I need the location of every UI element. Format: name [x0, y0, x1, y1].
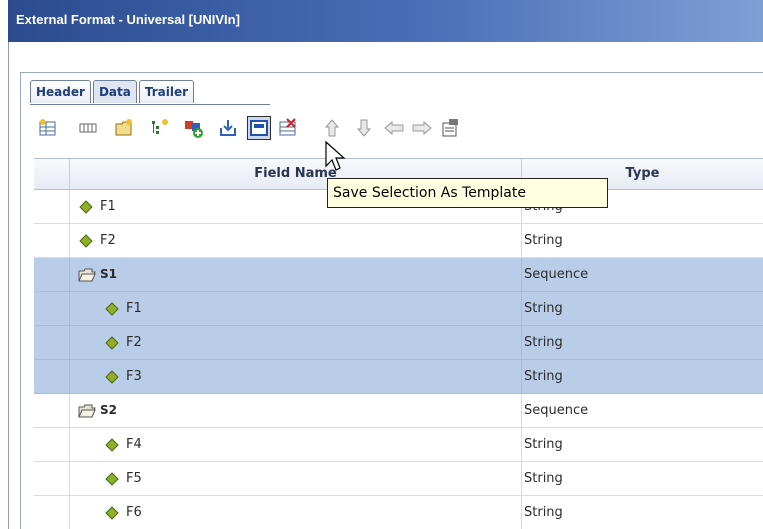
- import-button[interactable]: [216, 116, 240, 140]
- field-row[interactable]: F1 String: [34, 292, 763, 326]
- field-diamond-icon: [104, 437, 120, 453]
- field-type-cell[interactable]: String: [524, 428, 563, 461]
- field-type-cell[interactable]: Sequence: [524, 258, 588, 291]
- field-name-cell[interactable]: S2: [70, 394, 522, 427]
- move-right-icon: [412, 120, 432, 136]
- field-diamond-icon: [104, 471, 120, 487]
- field-name-label: S2: [100, 403, 117, 417]
- delete-button[interactable]: [276, 116, 300, 140]
- tab-trailer[interactable]: Trailer: [138, 80, 195, 103]
- field-name-cell[interactable]: F2: [70, 224, 522, 257]
- sequence-row[interactable]: S2 Sequence: [34, 394, 763, 428]
- row-selector[interactable]: [34, 394, 70, 427]
- move-down-icon: [356, 119, 372, 137]
- new-child-icon: [152, 119, 168, 134]
- save-template-button[interactable]: [247, 116, 271, 140]
- field-diamond-icon: [104, 301, 120, 317]
- field-name-cell[interactable]: F6: [70, 496, 522, 529]
- field-row[interactable]: F6 String: [34, 496, 763, 529]
- move-up-icon: [324, 119, 340, 137]
- move-left-icon: [384, 120, 404, 136]
- field-name-label: S1: [100, 267, 117, 281]
- field-name-cell[interactable]: S1: [70, 258, 522, 291]
- field-diamond-icon: [78, 199, 94, 215]
- new-child-button[interactable]: [148, 116, 172, 140]
- add-folder-button[interactable]: [112, 116, 136, 140]
- field-type-cell[interactable]: String: [524, 326, 563, 359]
- field-name-label: F2: [100, 233, 116, 248]
- field-row[interactable]: F2 String: [34, 326, 763, 360]
- add-field-button[interactable]: [36, 116, 60, 140]
- delete-icon: [279, 118, 296, 136]
- tab-baseline: [30, 104, 270, 105]
- title-bar: External Format - Universal [UNIVIn]: [8, 0, 763, 42]
- tab-header[interactable]: Header: [30, 80, 91, 103]
- field-row[interactable]: F5 String: [34, 462, 763, 496]
- move-right-button[interactable]: [410, 116, 434, 140]
- row-selector[interactable]: [34, 462, 70, 495]
- field-name-label: F4: [126, 437, 142, 452]
- field-type-cell[interactable]: String: [524, 496, 563, 529]
- field-diamond-icon: [78, 233, 94, 249]
- row-selector[interactable]: [34, 360, 70, 393]
- field-type-cell[interactable]: Sequence: [524, 394, 588, 427]
- add-template-button[interactable]: [182, 116, 206, 140]
- field-diamond-icon: [104, 369, 120, 385]
- move-up-button[interactable]: [320, 116, 344, 140]
- field-name-cell[interactable]: F4: [70, 428, 522, 461]
- sequence-row[interactable]: S1 Sequence: [34, 258, 763, 292]
- field-row[interactable]: F4 String: [34, 428, 763, 462]
- field-row[interactable]: F2 String: [34, 224, 763, 258]
- properties-icon: [442, 119, 458, 137]
- row-selector[interactable]: [34, 190, 70, 223]
- field-name-label: F5: [126, 471, 142, 486]
- row-selector[interactable]: [34, 428, 70, 461]
- row-selector[interactable]: [34, 496, 70, 529]
- window-title: External Format - Universal [UNIVIn]: [16, 12, 240, 27]
- add-folder-icon: [115, 119, 132, 136]
- properties-button[interactable]: [438, 116, 462, 140]
- move-down-button[interactable]: [352, 116, 376, 140]
- field-grid: Field Name Type F1StringF2StringS1Sequen…: [34, 158, 763, 529]
- field-name-cell[interactable]: F5: [70, 462, 522, 495]
- field-type-cell[interactable]: String: [524, 360, 563, 393]
- mouse-cursor-icon: [325, 140, 346, 171]
- folder-icon: [78, 403, 96, 419]
- import-icon: [220, 120, 236, 136]
- field-type-cell[interactable]: String: [524, 224, 563, 257]
- field-diamond-icon: [104, 335, 120, 351]
- folder-icon: [78, 267, 96, 283]
- field-name-label: F3: [126, 369, 142, 384]
- fixed-width-icon: [79, 123, 97, 133]
- select-all-header[interactable]: [34, 159, 70, 189]
- add-field-icon: [39, 119, 56, 136]
- row-selector[interactable]: [34, 326, 70, 359]
- add-template-icon: [185, 121, 203, 138]
- field-name-cell[interactable]: F2: [70, 326, 522, 359]
- row-selector[interactable]: [34, 292, 70, 325]
- move-left-button[interactable]: [382, 116, 406, 140]
- tab-data[interactable]: Data: [92, 80, 137, 103]
- row-selector[interactable]: [34, 224, 70, 257]
- tab-strip: Header Data Trailer: [30, 80, 196, 104]
- save-template-icon: [250, 120, 268, 136]
- row-selector[interactable]: [34, 258, 70, 291]
- field-name-label: F1: [100, 199, 116, 214]
- field-name-label: F2: [126, 335, 142, 350]
- field-name-cell[interactable]: F1: [70, 292, 522, 325]
- field-name-cell[interactable]: F3: [70, 360, 522, 393]
- field-row[interactable]: F3 String: [34, 360, 763, 394]
- field-type-cell[interactable]: String: [524, 462, 563, 495]
- fixed-width-button[interactable]: [76, 116, 100, 140]
- tooltip: Save Selection As Template: [327, 178, 608, 208]
- field-name-label: F6: [126, 505, 142, 520]
- field-diamond-icon: [104, 505, 120, 521]
- field-name-label: F1: [126, 301, 142, 316]
- field-type-cell[interactable]: String: [524, 292, 563, 325]
